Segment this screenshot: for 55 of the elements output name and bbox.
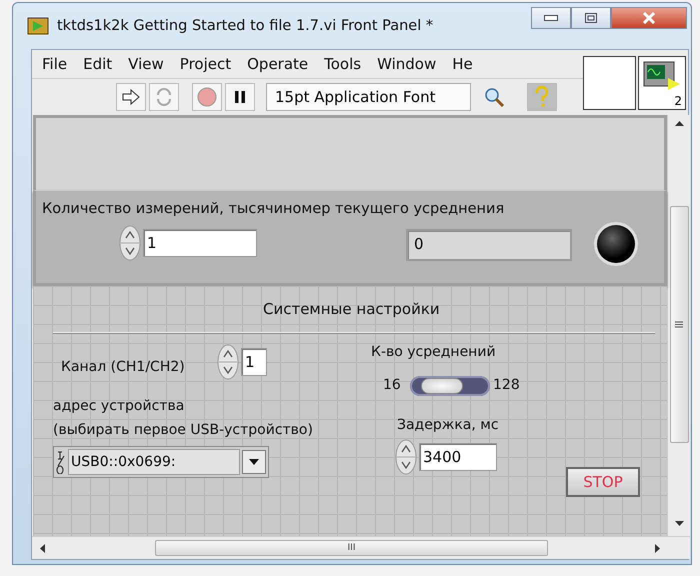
delay-label: Задержка, мс: [397, 417, 499, 433]
menu-item[interactable]: View: [120, 55, 172, 73]
cluster-label: Количество измерений, тысячиномер текущего усреднения: [42, 201, 504, 217]
address-label: адрес устройства (выбирать первое USB-устройство): [53, 397, 313, 440]
close-icon: [642, 12, 656, 24]
menu-item[interactable]: Window: [369, 55, 444, 73]
menu-item[interactable]: He: [444, 55, 481, 73]
window-title: tktds1k2k Getting Started to file 1.7.vi Front Panel *: [57, 18, 434, 34]
close-button[interactable]: [611, 7, 687, 29]
run-arrow-button[interactable]: [116, 83, 146, 111]
font-selector[interactable]: 15pt Application Font: [266, 83, 471, 111]
pause-icon: [234, 90, 246, 104]
numeric-field[interactable]: 1: [241, 348, 267, 376]
address-dropdown[interactable]: USB0::0x0699:: [53, 446, 269, 478]
vi-icon: [27, 17, 49, 35]
run-arrow-icon: [121, 89, 141, 105]
vi-icon-pane[interactable]: 2: [638, 56, 686, 110]
scroll-down-icon[interactable]: [674, 521, 684, 526]
menu-item[interactable]: File: [34, 55, 76, 73]
numeric-field[interactable]: 3400: [419, 443, 497, 471]
minimize-button[interactable]: [531, 7, 571, 29]
menu-item[interactable]: Project: [172, 55, 240, 73]
section-title: Системные настройки: [263, 300, 440, 318]
menu-item[interactable]: Operate: [239, 55, 316, 73]
scroll-left-icon[interactable]: [40, 544, 45, 552]
spinner-arrows[interactable]: [119, 225, 141, 261]
spinner-arrows[interactable]: [395, 439, 417, 475]
horizontal-scrollbar[interactable]: III: [32, 536, 690, 559]
menu-item[interactable]: Edit: [75, 55, 120, 73]
scroll-right-icon[interactable]: [655, 544, 660, 552]
connector-pane[interactable]: [583, 56, 636, 110]
menu-item[interactable]: Tools: [316, 55, 370, 73]
vertical-scrollbar[interactable]: [667, 115, 690, 536]
numeric-indicator: 0: [406, 229, 572, 261]
numeric-field[interactable]: 1: [143, 229, 257, 257]
scroll-thumb[interactable]: III: [155, 540, 548, 556]
slide-switch[interactable]: [410, 376, 490, 396]
count-label: 2: [674, 94, 682, 108]
spinner-arrows[interactable]: [217, 344, 239, 380]
pause-button[interactable]: [225, 83, 255, 111]
scroll-up-icon[interactable]: [674, 121, 684, 126]
slider-max-label: 128: [493, 377, 520, 393]
slider-min-label: 16: [383, 377, 401, 393]
channel-label: Канал (CH1/CH2): [61, 359, 185, 375]
stop-circle-icon: [196, 86, 218, 108]
io-icon: [56, 450, 66, 474]
minimize-icon: [544, 15, 558, 21]
dropdown-value: USB0::0x0699:: [68, 449, 240, 475]
averages-label: К-во усреднений: [371, 344, 496, 360]
run-continuously-icon: [154, 88, 174, 106]
maximize-button[interactable]: [571, 7, 611, 29]
question-mark-icon: [534, 86, 550, 108]
maximize-icon: [585, 13, 597, 23]
slider-thumb[interactable]: [421, 378, 464, 394]
scroll-thumb[interactable]: [670, 206, 688, 443]
